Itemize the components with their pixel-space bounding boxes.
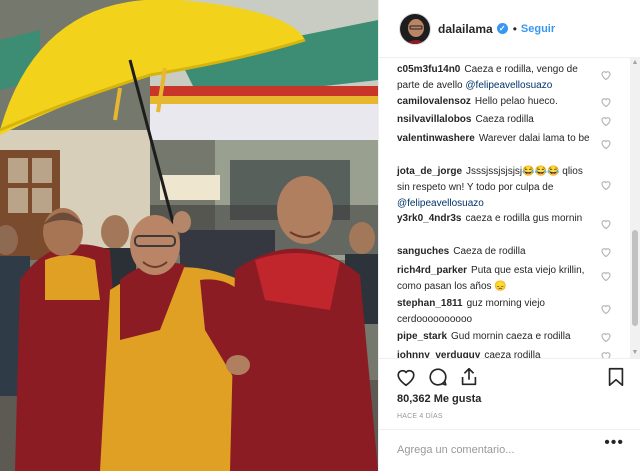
comment-text: caeza e rodilla gus mornin: [465, 213, 583, 224]
comment-username[interactable]: valentinwashere: [397, 133, 475, 144]
avatar[interactable]: [399, 12, 431, 45]
comment-text: Warever dalai lama to be: [478, 133, 590, 144]
comment-bubble-icon[interactable]: [427, 366, 449, 388]
comment-item: johnny_verduguy caeza rodilla: [397, 348, 627, 358]
header-username[interactable]: dalailama: [438, 22, 493, 36]
comment-username[interactable]: camilovalensoz: [397, 96, 471, 107]
header-separator: •: [512, 21, 517, 36]
comment-like-heart-icon[interactable]: [600, 303, 612, 315]
comment-item: sanguches Caeza de rodilla: [397, 244, 627, 260]
comment-item: rich4rd_parker Puta que esta viejo krilli…: [397, 263, 627, 295]
comment-mention[interactable]: @felipeavellosuazo: [397, 198, 484, 209]
post-header: dalailama ✓ • Seguir: [379, 0, 640, 58]
bookmark-icon[interactable]: [605, 366, 627, 388]
scroll-up-arrow-icon[interactable]: ▲: [630, 58, 640, 68]
comment-item: jota_de_jorge Jsssjssjsjsjsj😂😂😂 qlios sin…: [397, 164, 627, 212]
likes-count[interactable]: 80,362 Me gusta: [397, 393, 481, 405]
comment-text: Caeza rodilla: [475, 114, 534, 125]
comment-username[interactable]: rich4rd_parker: [397, 265, 467, 276]
comments-scrollbar[interactable]: ▲ ▼: [630, 58, 640, 358]
comment-item: nsilvavillalobos Caeza rodilla: [397, 112, 627, 128]
comment-like-heart-icon[interactable]: [600, 331, 612, 343]
comment-like-heart-icon[interactable]: [600, 96, 612, 108]
comment-text: Caeza de rodilla: [453, 246, 526, 257]
comment-like-heart-icon[interactable]: [600, 179, 612, 191]
likes-label: Me gusta: [433, 393, 482, 405]
post-actions: 80,362 Me gusta HACE 4 DÍAS •••: [379, 358, 640, 466]
comment-username[interactable]: johnny_verduguy: [397, 350, 480, 358]
comment-like-heart-icon[interactable]: [600, 270, 612, 282]
follow-button[interactable]: Seguir: [521, 23, 555, 35]
comment-item: c05m3fu14n0 Caeza e rodilla, vengo de par…: [397, 62, 627, 94]
comment-text: Hello pelao hueco.: [474, 96, 558, 107]
comment-username[interactable]: c05m3fu14n0: [397, 64, 460, 75]
comments-list[interactable]: c05m3fu14n0 Caeza e rodilla, vengo de par…: [379, 58, 640, 358]
comment-like-heart-icon[interactable]: [600, 218, 612, 230]
comment-text: caeza rodilla: [484, 350, 541, 358]
comment-item: valentinwashere Warever dalai lama to be: [397, 131, 627, 147]
comment-like-heart-icon[interactable]: [600, 350, 612, 358]
post-side-panel: dalailama ✓ • Seguir c05m3fu14n0 Caeza e …: [378, 0, 640, 471]
comment-item: y3rk0_4ndr3s caeza e rodilla gus mornin: [397, 211, 627, 227]
comment-item: stephan_1811 guz morning viejo cerdoooooo…: [397, 296, 627, 328]
comment-like-heart-icon[interactable]: [600, 138, 612, 150]
comment-like-heart-icon[interactable]: [600, 246, 612, 258]
comment-username[interactable]: jota_de_jorge: [397, 166, 462, 177]
share-icon[interactable]: [458, 366, 480, 388]
post-photo[interactable]: [0, 0, 378, 471]
comment-item: pipe_stark Gud mornin caeza e rodilla: [397, 329, 627, 345]
scroll-thumb[interactable]: [632, 230, 638, 326]
comment-username[interactable]: sanguches: [397, 246, 449, 257]
comment-mention[interactable]: @felipeavellosuazo: [465, 80, 552, 91]
comment-username[interactable]: y3rk0_4ndr3s: [397, 213, 462, 224]
comment-text-wrap: c05m3fu14n0 Caeza e rodilla, vengo de par…: [397, 62, 597, 94]
heart-icon[interactable]: [395, 366, 417, 388]
avatar-image: [400, 13, 430, 44]
add-comment-bar: •••: [379, 429, 640, 469]
comment-like-heart-icon[interactable]: [600, 115, 612, 127]
post-timestamp[interactable]: HACE 4 DÍAS: [397, 413, 443, 420]
likes-number: 80,362: [397, 393, 431, 405]
more-options-icon[interactable]: •••: [604, 434, 624, 452]
comment-text: Gud mornin caeza e rodilla: [451, 331, 571, 342]
photo-illustration: [0, 0, 378, 471]
comment-username[interactable]: nsilvavillalobos: [397, 114, 471, 125]
verified-badge-icon: ✓: [496, 23, 508, 34]
add-comment-input[interactable]: [397, 440, 617, 460]
comment-username[interactable]: pipe_stark: [397, 331, 447, 342]
comment-like-heart-icon[interactable]: [600, 69, 612, 81]
comment-item: camilovalensoz Hello pelao hueco.: [397, 94, 627, 110]
scroll-down-arrow-icon[interactable]: ▼: [630, 348, 640, 358]
comment-username[interactable]: stephan_1811: [397, 298, 463, 309]
